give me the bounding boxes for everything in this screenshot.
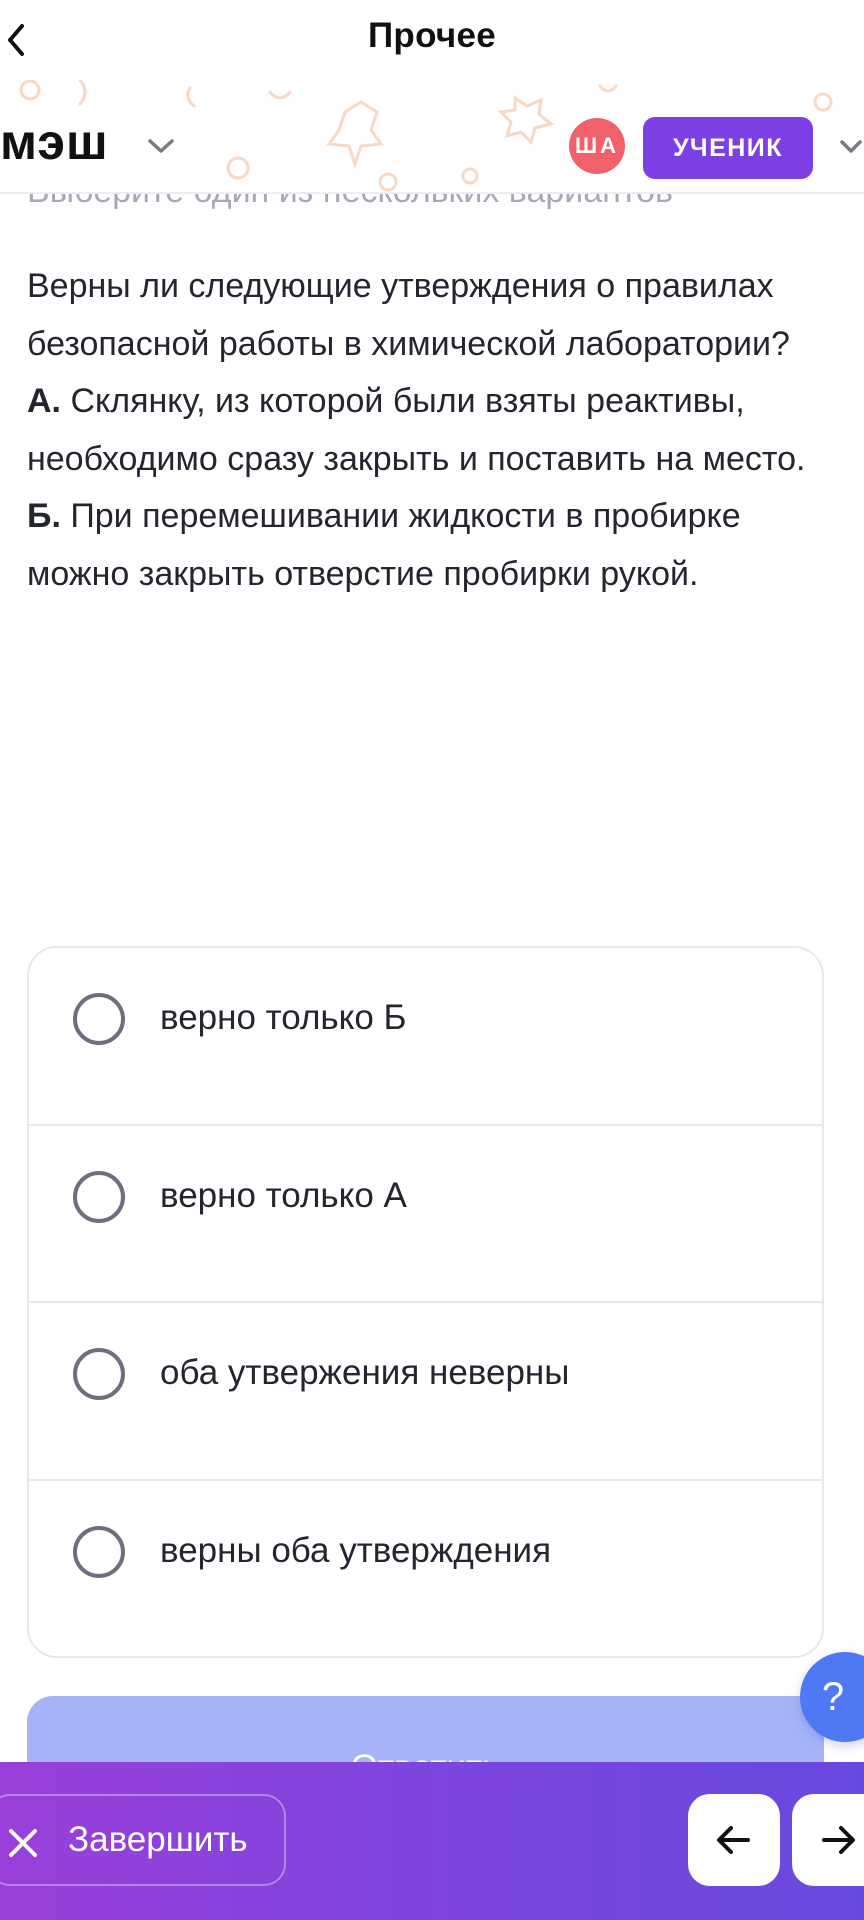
radio-button[interactable] — [73, 993, 125, 1045]
question-intro: Верны ли следующие утверждения о правила… — [27, 267, 790, 363]
close-icon — [9, 1829, 37, 1857]
answer-option[interactable]: верно только Б — [29, 948, 822, 1126]
answer-option-label: верны оба утверждения — [160, 1530, 552, 1570]
question-text: Верны ли следующие утверждения о правила… — [27, 258, 837, 603]
avatar[interactable]: ША — [569, 118, 625, 174]
arrow-left-icon — [717, 1826, 750, 1854]
answer-option-label: верно только А — [160, 1175, 407, 1215]
statement-b: Б. При перемешивании жидкости в пробирке… — [27, 488, 837, 603]
task-subtitle: Выберите один из нескольких вариантов — [27, 194, 673, 211]
app-header: мэш ША УЧЕНИК — [0, 80, 864, 194]
answer-options-list: верно только Б верно только А оба утверж… — [27, 946, 824, 1658]
statement-b-text: При перемешивании жидкости в пробирке мо… — [27, 497, 741, 593]
radio-button[interactable] — [73, 1170, 125, 1223]
statement-a-text: Склянку, из которой были взяты реактивы,… — [27, 382, 806, 478]
chevron-down-icon[interactable] — [838, 137, 864, 157]
statement-a-marker: А. — [27, 382, 61, 420]
top-nav-bar: Прочее — [0, 0, 864, 80]
bottom-action-bar: Завершить — [0, 1762, 864, 1920]
chevron-down-icon[interactable] — [146, 135, 176, 157]
answer-option[interactable]: верно только А — [29, 1126, 822, 1303]
previous-question-button[interactable] — [688, 1794, 780, 1886]
task-subtitle-area: Выберите один из нескольких вариантов — [0, 194, 864, 220]
arrow-right-icon — [822, 1826, 855, 1854]
page-title: Прочее — [367, 16, 497, 55]
answer-option[interactable]: оба утвержения неверны — [29, 1303, 822, 1481]
answer-option-label: верно только Б — [160, 998, 407, 1037]
role-button[interactable]: УЧЕНИК — [643, 117, 813, 179]
answer-option-label: оба утвержения неверны — [160, 1353, 570, 1392]
finish-button-label: Завершить — [68, 1820, 248, 1859]
answer-option[interactable]: верны оба утверждения — [29, 1481, 822, 1657]
next-question-button[interactable] — [792, 1794, 864, 1886]
statement-b-marker: Б. — [27, 497, 61, 535]
mesh-logo[interactable]: мэш — [0, 114, 109, 170]
statement-a: А. Склянку, из которой были взяты реакти… — [27, 373, 837, 488]
radio-button[interactable] — [73, 1525, 125, 1578]
finish-button[interactable]: Завершить — [0, 1794, 286, 1886]
radio-button[interactable] — [73, 1348, 125, 1400]
